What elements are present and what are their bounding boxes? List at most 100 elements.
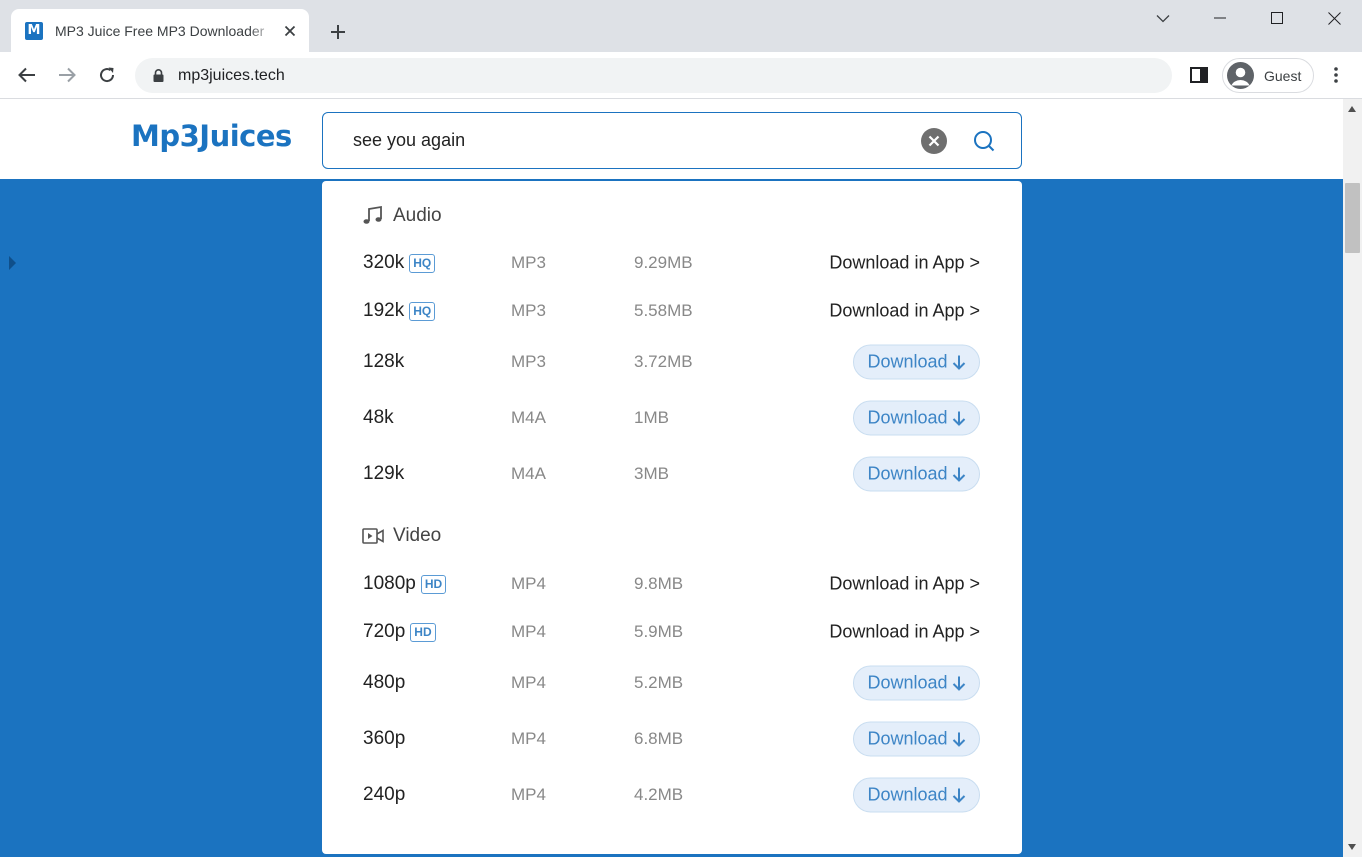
download-button[interactable]: Download xyxy=(853,777,980,813)
download-button-label: Download xyxy=(867,407,948,428)
download-button-label: Download xyxy=(867,672,948,693)
file-size-label: 9.8MB xyxy=(634,574,684,593)
audio-result-row: 128k MP3 3.72MB Download xyxy=(322,342,1022,382)
video-result-row: 360p MP4 6.8MB Download xyxy=(322,719,1022,759)
quality-text: 320k xyxy=(363,252,405,273)
file-size-label: 3.72MB xyxy=(634,352,693,371)
page-scrollbar[interactable] xyxy=(1343,99,1362,857)
quality-text: 48k xyxy=(363,407,394,428)
format-label: MP4 xyxy=(511,622,546,641)
download-arrow-icon xyxy=(952,466,966,482)
download-in-app-link[interactable]: Download in App > xyxy=(829,622,980,643)
quality-text: 360p xyxy=(363,728,406,749)
profile-button[interactable]: Guest xyxy=(1222,58,1314,93)
search-icon[interactable] xyxy=(971,128,997,154)
profile-avatar-icon xyxy=(1227,62,1254,89)
address-bar[interactable]: mp3juices.tech xyxy=(135,58,1172,93)
quality-text: 128k xyxy=(363,351,405,372)
quality-text: 192k xyxy=(363,300,405,321)
audio-result-row: 129k M4A 3MB Download xyxy=(322,454,1022,494)
minimize-icon[interactable] xyxy=(1192,0,1248,36)
search-box xyxy=(322,112,1022,169)
download-button[interactable]: Download xyxy=(853,344,980,380)
site-logo[interactable]: Mp3Juices xyxy=(131,119,292,153)
audio-section-heading: Audio xyxy=(362,205,442,227)
quality-label: 480p xyxy=(363,672,405,694)
download-button-label: Download xyxy=(867,784,948,805)
kebab-menu-icon[interactable] xyxy=(1321,60,1351,90)
reload-icon[interactable] xyxy=(92,60,122,90)
quality-badge: HD xyxy=(420,574,447,594)
format-label: MP3 xyxy=(511,352,546,371)
quality-label: 360p xyxy=(363,728,405,750)
video-section-heading: Video xyxy=(362,525,441,547)
scroll-up-arrow-icon[interactable] xyxy=(1348,106,1356,112)
new-tab-plus-icon[interactable] xyxy=(324,18,352,46)
music-note-icon xyxy=(362,205,384,227)
file-size-label: 5.9MB xyxy=(634,622,684,641)
url-text: mp3juices.tech xyxy=(178,66,285,84)
download-options-panel: Audio 320k HQ MP3 9.29MB Download in App >19… xyxy=(322,181,1022,854)
audio-result-row: 48k M4A 1MB Download xyxy=(322,398,1022,438)
download-in-app-link[interactable]: Download in App > xyxy=(829,253,980,274)
quality-label: 240p xyxy=(363,784,405,806)
search-input[interactable] xyxy=(353,130,921,151)
quality-label: 128k xyxy=(363,351,404,373)
file-size-label: 5.58MB xyxy=(634,301,693,320)
scroll-down-arrow-icon[interactable] xyxy=(1348,844,1356,850)
quality-badge: HQ xyxy=(409,301,436,321)
format-label: MP4 xyxy=(511,574,546,593)
file-size-label: 3MB xyxy=(634,464,669,483)
tab-search-chevron-icon[interactable] xyxy=(1135,0,1191,36)
profile-label: Guest xyxy=(1264,67,1302,84)
file-size-label: 9.29MB xyxy=(634,253,693,272)
video-result-row: 240p MP4 4.2MB Download xyxy=(322,775,1022,815)
audio-heading-text: Audio xyxy=(393,205,442,226)
lock-icon xyxy=(151,69,165,83)
quality-text: 720p xyxy=(363,621,406,642)
download-arrow-icon xyxy=(952,354,966,370)
download-in-app-link[interactable]: Download in App > xyxy=(829,301,980,322)
browser-tab-strip: M MP3 Juice Free MP3 Downloader xyxy=(0,0,1362,52)
site-header: Mp3Juices xyxy=(0,99,1343,179)
quality-text: 240p xyxy=(363,784,406,805)
download-button[interactable]: Download xyxy=(853,721,980,757)
file-size-label: 6.8MB xyxy=(634,729,684,748)
scroll-thumb[interactable] xyxy=(1345,183,1360,253)
quality-label: 48k xyxy=(363,407,394,429)
audio-result-row: 192k HQ MP3 5.58MB Download in App > xyxy=(322,291,1022,331)
format-label: M4A xyxy=(511,408,546,427)
side-panel-icon[interactable] xyxy=(1184,60,1214,90)
format-label: MP4 xyxy=(511,729,546,748)
download-button-label: Download xyxy=(867,728,948,749)
download-button-label: Download xyxy=(867,351,948,372)
download-button-label: Download xyxy=(867,463,948,484)
download-in-app-link[interactable]: Download in App > xyxy=(829,574,980,595)
clear-search-icon[interactable] xyxy=(921,127,947,154)
video-result-row: 1080p HD MP4 9.8MB Download in App > xyxy=(322,564,1022,604)
back-arrow-icon[interactable] xyxy=(12,60,42,90)
download-arrow-icon xyxy=(952,410,966,426)
quality-text: 129k xyxy=(363,463,405,484)
quality-badge: HQ xyxy=(409,253,436,273)
download-button[interactable]: Download xyxy=(853,400,980,436)
browser-tab[interactable]: M MP3 Juice Free MP3 Downloader xyxy=(11,9,309,52)
site-favicon-icon: M xyxy=(25,21,43,40)
download-arrow-icon xyxy=(952,675,966,691)
quality-label: 720p HD xyxy=(363,621,436,643)
format-label: MP4 xyxy=(511,673,546,692)
download-button[interactable]: Download xyxy=(853,456,980,492)
window-close-icon[interactable] xyxy=(1306,0,1362,36)
maximize-icon[interactable] xyxy=(1249,0,1305,36)
side-expand-caret-icon[interactable] xyxy=(9,256,16,270)
tab-close-icon[interactable] xyxy=(281,22,299,40)
download-button[interactable]: Download xyxy=(853,665,980,701)
browser-toolbar: mp3juices.tech Guest xyxy=(0,52,1362,99)
download-arrow-icon xyxy=(952,787,966,803)
forward-arrow-icon[interactable] xyxy=(52,60,82,90)
file-size-label: 5.2MB xyxy=(634,673,684,692)
quality-label: 129k xyxy=(363,463,404,485)
video-result-row: 720p HD MP4 5.9MB Download in App > xyxy=(322,612,1022,652)
quality-label: 1080p HD xyxy=(363,573,447,595)
audio-result-row: 320k HQ MP3 9.29MB Download in App > xyxy=(322,243,1022,283)
